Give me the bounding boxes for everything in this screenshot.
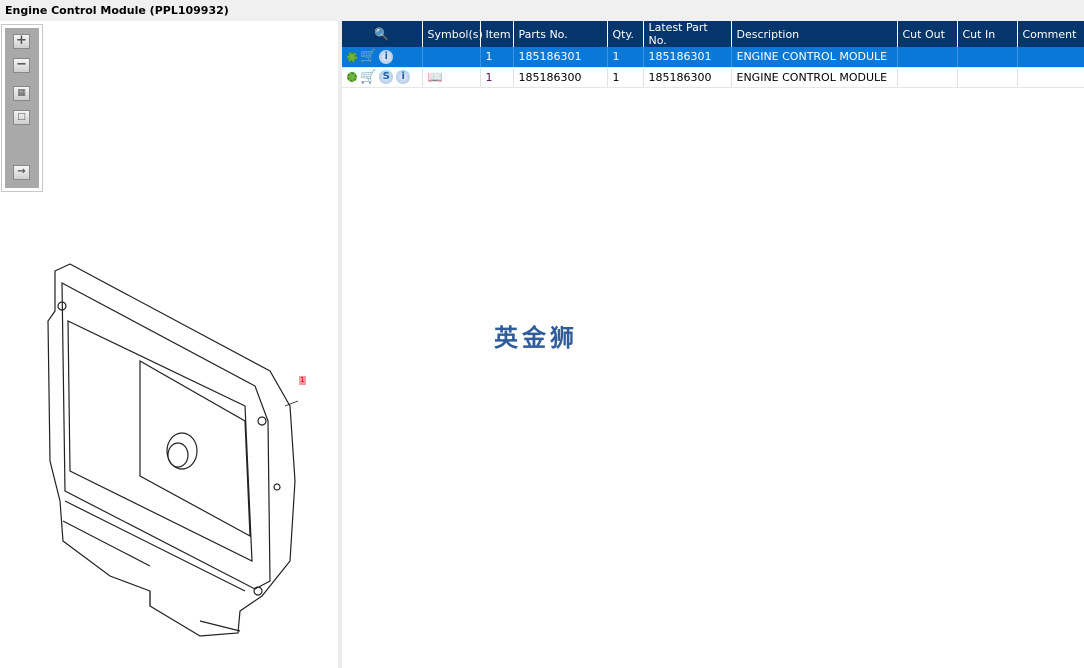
callout-item-1[interactable]: 1 <box>299 376 306 385</box>
fit-window-button[interactable]: □ <box>13 110 30 125</box>
book-search-icon[interactable]: 📖 <box>428 70 443 84</box>
latest-part-no-cell: 185186300 <box>643 67 732 88</box>
cut-out-cell <box>897 67 958 88</box>
column-header-parts-no[interactable]: Parts No. <box>513 21 608 47</box>
parts-list-pane: 🔍 Symbol(s) Item Parts No. Qty. Latest P… <box>342 21 1084 668</box>
window-title: Engine Control Module (PPL109932) <box>0 0 1084 21</box>
gear-icon[interactable] <box>347 72 357 82</box>
search-icon: 🔍 <box>374 27 390 41</box>
item-cell: 1 <box>480 67 514 88</box>
engine-control-module-drawing <box>47 263 299 637</box>
parts-no-cell: 185186300 <box>513 67 608 88</box>
diagram-pane[interactable]: 1 <box>0 21 338 668</box>
column-header-description[interactable]: Description <box>731 21 898 47</box>
supersession-icon[interactable]: S <box>379 70 394 84</box>
qty-cell: 1 <box>607 47 644 68</box>
column-header-cut-in[interactable]: Cut In <box>957 21 1018 47</box>
square-icon: □ <box>17 112 26 122</box>
column-header-latest-part-no[interactable]: Latest Part No. <box>643 21 732 47</box>
fit-all-button[interactable]: ▦ <box>13 86 30 101</box>
cut-in-cell <box>957 47 1018 68</box>
comment-cell <box>1017 47 1084 68</box>
latest-part-no-cell: 185186301 <box>643 47 732 68</box>
cut-out-cell <box>897 47 958 68</box>
gear-icon[interactable] <box>347 51 357 62</box>
column-header-search[interactable]: 🔍 <box>342 21 423 47</box>
toggle-list-button[interactable]: → <box>13 165 30 180</box>
table-header: 🔍 Symbol(s) Item Parts No. Qty. Latest P… <box>342 21 1084 47</box>
info-icon[interactable]: i <box>379 49 394 64</box>
item-cell: 1 <box>480 47 514 68</box>
grid-icon: ▦ <box>17 88 26 98</box>
watermark: 英金狮 <box>494 324 578 352</box>
zoom-in-button[interactable]: + <box>13 34 30 49</box>
zoom-out-button[interactable]: − <box>13 58 30 73</box>
column-header-item[interactable]: Item <box>480 21 514 47</box>
cart-icon[interactable]: 🛒 <box>360 70 376 85</box>
parts-no-cell: 185186301 <box>513 47 608 68</box>
cut-in-cell <box>957 67 1018 88</box>
table-row[interactable]: 🛒 i 1 185186301 1 185186301 ENGINE CONTRO… <box>342 47 1084 68</box>
column-header-qty[interactable]: Qty. <box>607 21 644 47</box>
comment-cell <box>1017 67 1084 88</box>
column-header-symbols[interactable]: Symbol(s) <box>422 21 483 47</box>
column-header-comment[interactable]: Comment <box>1017 21 1084 47</box>
cart-icon[interactable]: 🛒 <box>360 49 376 64</box>
arrow-right-icon: → <box>17 166 26 177</box>
parts-table: 🔍 Symbol(s) Item Parts No. Qty. Latest P… <box>342 21 1084 88</box>
column-header-cut-out[interactable]: Cut Out <box>897 21 958 47</box>
table-row[interactable]: 🛒 Si 📖 1 185186300 1 185186300 ENGINE CON… <box>342 67 1084 88</box>
diagram-toolbox: + − ▦ □ → <box>1 24 43 192</box>
qty-cell: 1 <box>607 67 644 88</box>
description-cell: ENGINE CONTROL MODULE <box>731 47 898 68</box>
description-cell: ENGINE CONTROL MODULE <box>731 67 898 88</box>
info-icon[interactable]: i <box>396 70 411 84</box>
